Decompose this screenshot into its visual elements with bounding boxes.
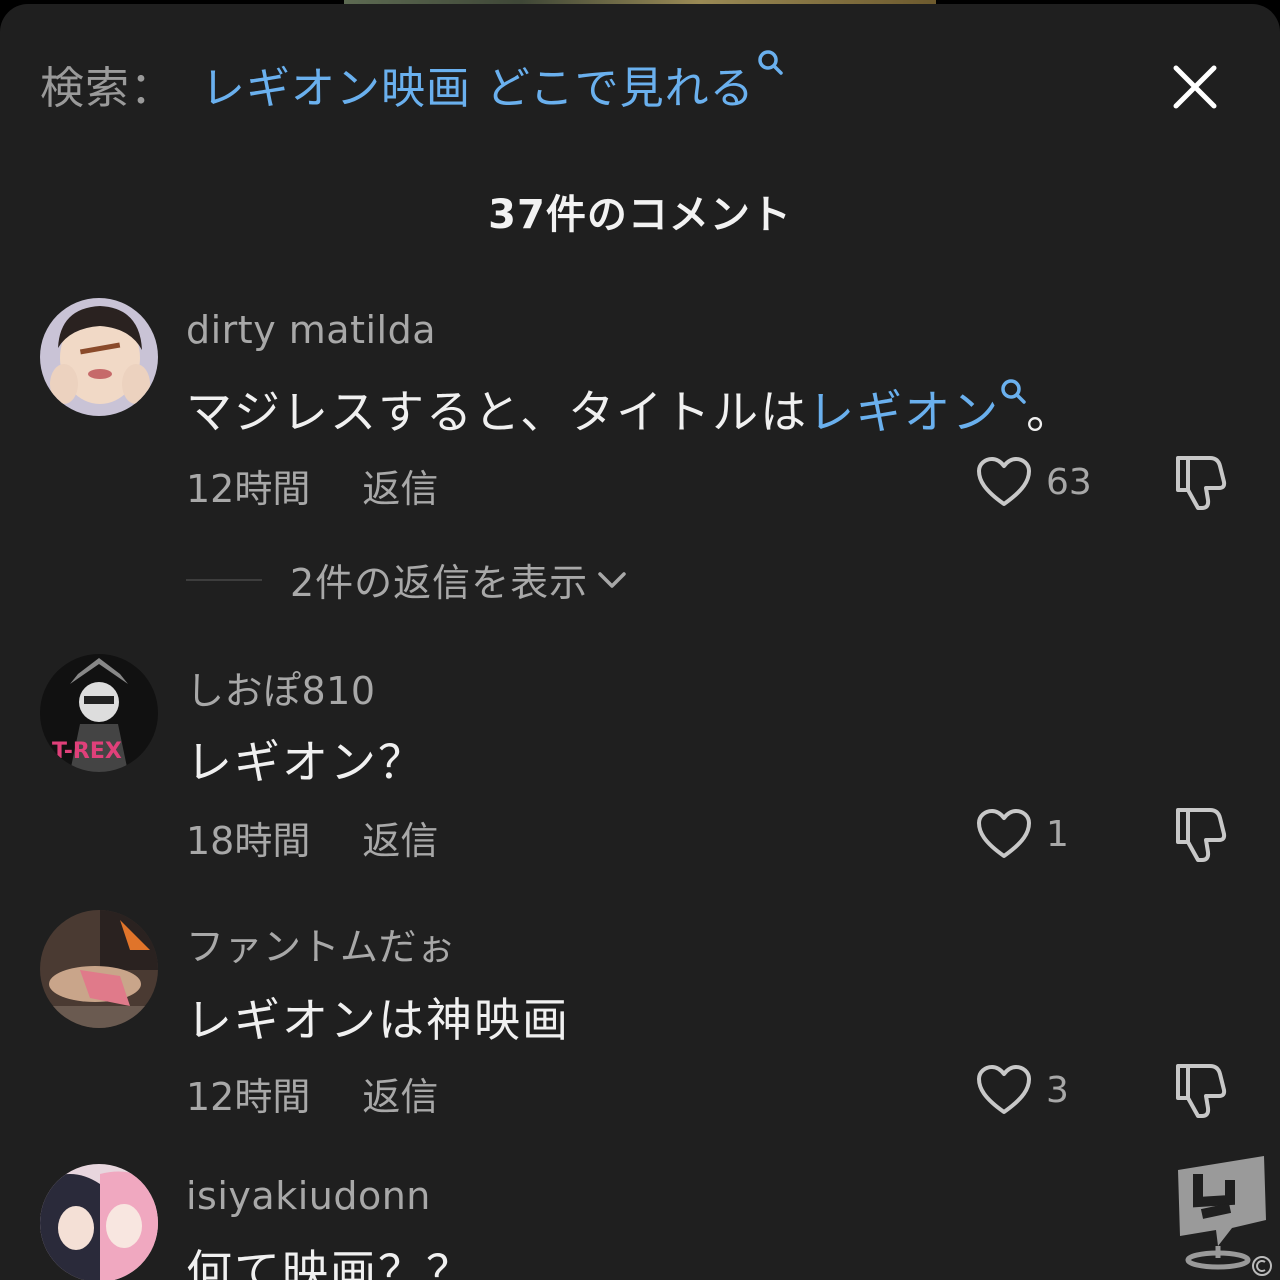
search-suggestion[interactable]: 検索： レギオン映画 どこで見れる (40, 50, 783, 118)
comment-username[interactable]: isiyakiudonn (186, 1174, 431, 1218)
dislike-icon[interactable] (1170, 1060, 1232, 1122)
reply-button[interactable]: 返信 (362, 819, 438, 863)
comment-username[interactable]: しおぽ810 (186, 660, 376, 715)
comment-meta: 12時間 返信 (186, 1066, 438, 1121)
like-button[interactable]: 3 (976, 1060, 1116, 1120)
avatar[interactable] (40, 910, 158, 1028)
avatar[interactable] (40, 1164, 158, 1280)
comment-text-plain: 。 (1026, 385, 1075, 439)
comment-text: レギオン？ (186, 735, 426, 789)
view-replies-label: 2件の返信を表示 (290, 561, 589, 605)
reply-button[interactable]: 返信 (362, 1075, 438, 1119)
watermark-logo (1172, 1150, 1280, 1280)
chevron-down-icon (598, 571, 626, 588)
heart-icon (977, 457, 1031, 506)
dislike-icon[interactable] (1170, 804, 1232, 866)
divider-line (186, 578, 262, 581)
reply-button[interactable]: 返信 (362, 467, 438, 511)
comment-time: 12時間 (186, 1075, 311, 1119)
like-count: 3 (1046, 1069, 1069, 1111)
dislike-icon[interactable] (1170, 452, 1232, 514)
comment-text: マジレスすると、タイトルはレギオン 。 (186, 376, 1074, 442)
search-icon (757, 39, 783, 75)
comment-search-link[interactable]: レギオン (808, 385, 1000, 439)
search-icon[interactable] (1000, 365, 1026, 404)
like-button[interactable]: 63 (976, 452, 1116, 512)
heart-icon (977, 809, 1031, 858)
comment-time: 12時間 (186, 467, 311, 511)
comment-username[interactable]: dirty matilda (186, 308, 436, 352)
search-query-link[interactable]: レギオン映画 どこで見れる (201, 52, 755, 116)
heart-icon (977, 1065, 1031, 1114)
comment-text: レギオンは神映画 (186, 993, 570, 1047)
avatar[interactable]: T-REX (40, 654, 158, 772)
like-button[interactable]: 1 (976, 804, 1116, 864)
comments-sheet: 検索： レギオン映画 どこで見れる 37件のコメント dirty matilda… (0, 4, 1280, 1280)
close-icon[interactable] (1168, 60, 1222, 114)
view-replies-button[interactable]: 2件の返信を表示 (186, 552, 628, 607)
comment-count-title: 37件のコメント (488, 192, 792, 238)
svg-text:T-REX: T-REX (52, 739, 122, 764)
like-count: 1 (1046, 813, 1069, 855)
comment-text-plain: マジレスすると、タイトルは (186, 385, 809, 439)
comment-time: 18時間 (186, 819, 311, 863)
avatar[interactable] (40, 298, 158, 416)
comment-username[interactable]: ファントムだぉ (186, 916, 456, 971)
like-count: 63 (1046, 461, 1092, 503)
comment-meta: 12時間 返信 (186, 458, 438, 513)
search-label: 検索： (40, 63, 175, 114)
comment-text: 何て映画？？ (186, 1245, 474, 1280)
comment-meta: 18時間 返信 (186, 810, 438, 865)
